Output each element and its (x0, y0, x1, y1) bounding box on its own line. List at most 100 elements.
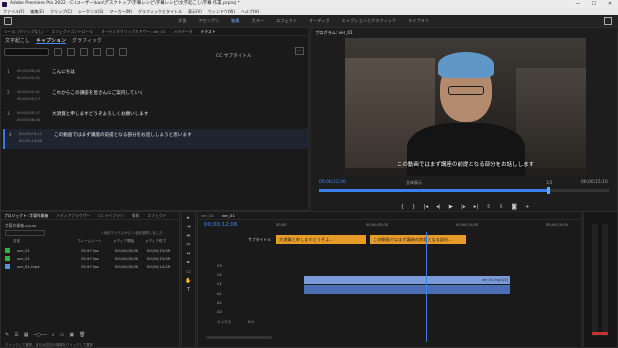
type-tool-icon[interactable]: T (185, 288, 192, 293)
ripple-edit-icon[interactable]: ⇹ (185, 234, 192, 239)
hand-tool-icon[interactable]: ✋ (185, 279, 192, 284)
workspace-tab-audio[interactable]: オーディオ (309, 15, 330, 27)
menu-view[interactable]: 表示(V) (188, 8, 202, 15)
minimize-button[interactable]: — (570, 0, 586, 8)
item-name[interactable]: ver_01.mp4 (17, 263, 40, 270)
slip-tool-icon[interactable]: ↔ (185, 252, 192, 257)
caption-row[interactable]: 1 00;00;00;43 00;00;01;41 こんにちは (3, 66, 308, 86)
mix-value[interactable]: 0.0 (248, 320, 254, 324)
track-select-icon[interactable]: ⇥ (185, 225, 192, 230)
subtab-transcript[interactable]: 文字起こし (5, 36, 30, 46)
caption-out[interactable]: 00;00;08;45 (17, 117, 40, 122)
caption-in[interactable]: 00;00;01;41 (17, 89, 40, 94)
col-media-end[interactable]: メディア終了 (145, 239, 166, 244)
caption-settings-icon[interactable] (80, 48, 88, 56)
tab-project[interactable]: プロジェクト: 字幕作業箱 (4, 212, 48, 219)
menu-file[interactable]: ファイル(F) (3, 8, 24, 15)
caption-track-header[interactable]: サブタイトル (248, 237, 271, 243)
zoom-slider[interactable]: ─○── (33, 332, 46, 340)
caption-row-selected[interactable]: 4 00;00;09;12 00;00;14;00 この動画ではまず講座の前提と… (3, 129, 308, 149)
video-clip[interactable]: ver_01.mp4 [V] (304, 276, 510, 284)
program-title[interactable]: プログラム: ver_01 (315, 30, 353, 36)
caption-row[interactable]: 3 00;00;05;17 00;00;08;45 大須賀と申しますどうぞよろし… (3, 108, 308, 128)
maximize-button[interactable]: ☐ (586, 0, 602, 8)
track-v3[interactable]: V3 (217, 264, 272, 268)
item-name[interactable]: ver_01 (17, 247, 30, 254)
merge-caption-icon[interactable] (119, 48, 127, 56)
program-scrubber[interactable] (319, 187, 609, 194)
trash-icon[interactable]: 🗑 (79, 332, 85, 340)
search-next-icon[interactable] (67, 48, 75, 56)
fit-dropdown[interactable]: 全体表示 (406, 180, 422, 186)
project-item-row[interactable]: ver_01 29.97 fps 00;00;00;00 00;00;15;09 (5, 247, 175, 254)
caption-out[interactable]: 00;00;05;17 (17, 96, 40, 101)
track-v2[interactable]: V2 (217, 273, 272, 277)
tab-effect-controls[interactable]: エフェクトコントロール (51, 28, 93, 35)
menu-edit[interactable]: 編集(E) (30, 8, 44, 15)
workspace-tab-learn[interactable]: 学習 (178, 15, 186, 27)
caption-text[interactable]: こんにちは (52, 69, 75, 75)
track-v1[interactable]: V1 (217, 282, 272, 286)
caption-text[interactable]: 大須賀と申しますどうぞよろしくお願いします (52, 111, 148, 117)
new-item-icon[interactable]: ▣ (69, 332, 74, 340)
tab-sequence-2[interactable]: ver_01 (222, 212, 235, 219)
menu-sequence[interactable]: シーケンス(S) (78, 8, 103, 15)
col-name[interactable]: 名前 (13, 239, 20, 244)
program-video-frame[interactable]: この動画ではまず講座の前提となる部分をお話しします (345, 38, 586, 176)
caption-clip[interactable]: この動画ではまず講座の前提となる部分… (370, 235, 466, 244)
timeline-playhead[interactable] (426, 232, 427, 342)
search-prev-icon[interactable] (54, 48, 62, 56)
caption-text[interactable]: これからこの講座を皆さんにご案内していく (52, 90, 144, 96)
pen-tool-icon[interactable]: ✒ (185, 261, 192, 266)
caption-in[interactable]: 00;00;09;12 (19, 131, 42, 136)
program-timecode[interactable]: 00;00;12;06 (319, 180, 346, 185)
caption-text[interactable]: この動画ではまず講座の前提となる部分をお話ししようと思います (54, 132, 192, 138)
workspace-tab-edit[interactable]: 編集 (231, 15, 239, 27)
tab-audio-mixer[interactable]: オーディオクリップミキサー: ver_01 (101, 28, 165, 35)
tab-source[interactable]: ソース: (クリップなし) (4, 28, 43, 35)
add-caption-icon[interactable] (93, 48, 101, 56)
tab-effects[interactable]: エフェクト (147, 212, 166, 219)
tab-media-browser[interactable]: メディアブラウザー (56, 212, 90, 219)
tab-sequence-1[interactable]: ver_01 (201, 212, 214, 219)
caption-out[interactable]: 00;00;01;41 (17, 75, 40, 80)
menu-graphics[interactable]: グラフィックとタイトル (138, 8, 182, 15)
project-search-input[interactable] (5, 230, 45, 236)
new-bin-icon[interactable]: ▭ (60, 332, 65, 340)
list-view-icon[interactable]: ☰ (14, 332, 18, 340)
timeline-ruler[interactable]: 00;00 00;00;05;00 00;00;10;00 00;00;15;0… (276, 223, 576, 231)
menu-clip[interactable]: クリップ(C) (50, 8, 72, 15)
pencil-icon[interactable]: ✎ (5, 332, 9, 340)
workspace-tab-color[interactable]: カラー (252, 15, 265, 27)
scrubber-playhead[interactable] (547, 187, 550, 194)
workspace-tab-captions[interactable]: キャプションとグラフィック (342, 15, 396, 27)
menu-window[interactable]: ウィンドウ(W) (208, 8, 235, 15)
rectangle-tool-icon[interactable]: ▭ (185, 270, 192, 275)
project-item-row[interactable]: ver_01.mp4 29.97 fps 00;00;00;00 00;00;1… (5, 263, 175, 270)
quality-dropdown[interactable]: 1/2 (546, 180, 552, 185)
home-icon[interactable] (4, 17, 12, 25)
razor-tool-icon[interactable]: ✂ (185, 243, 192, 248)
audio-clip[interactable] (304, 285, 510, 294)
subtab-captions[interactable]: キャプション (36, 36, 66, 46)
icon-view-icon[interactable]: ▦ (24, 332, 29, 340)
track-a3[interactable]: A3 (217, 310, 272, 314)
workspace-tab-effects[interactable]: エフェクト (276, 15, 297, 27)
subtab-graphics[interactable]: グラフィック (72, 36, 102, 46)
selection-tool-icon[interactable]: ▸ (185, 216, 192, 221)
timeline-timecode[interactable]: 00;00;12;06 (204, 222, 238, 228)
share-icon[interactable] (604, 17, 612, 25)
search-bin-icon[interactable]: ⌕ (52, 332, 55, 340)
tab-text[interactable]: テキスト (201, 28, 216, 35)
tab-info[interactable]: 情報 (132, 212, 140, 219)
item-name[interactable]: ver_01 (17, 255, 30, 262)
timeline-zoom-scroll[interactable] (206, 336, 272, 339)
split-caption-icon[interactable] (106, 48, 114, 56)
caption-in[interactable]: 00;00;00;43 (17, 68, 40, 73)
caption-clip[interactable]: 大須賀と申しますどうぞよ… (276, 235, 366, 244)
col-media-start[interactable]: メディア開始 (113, 239, 134, 244)
caption-search-input[interactable] (4, 48, 49, 56)
caption-out[interactable]: 00;00;14;00 (19, 138, 42, 143)
caption-in[interactable]: 00;00;05;17 (17, 110, 40, 115)
track-a2[interactable]: A2 (217, 301, 272, 305)
